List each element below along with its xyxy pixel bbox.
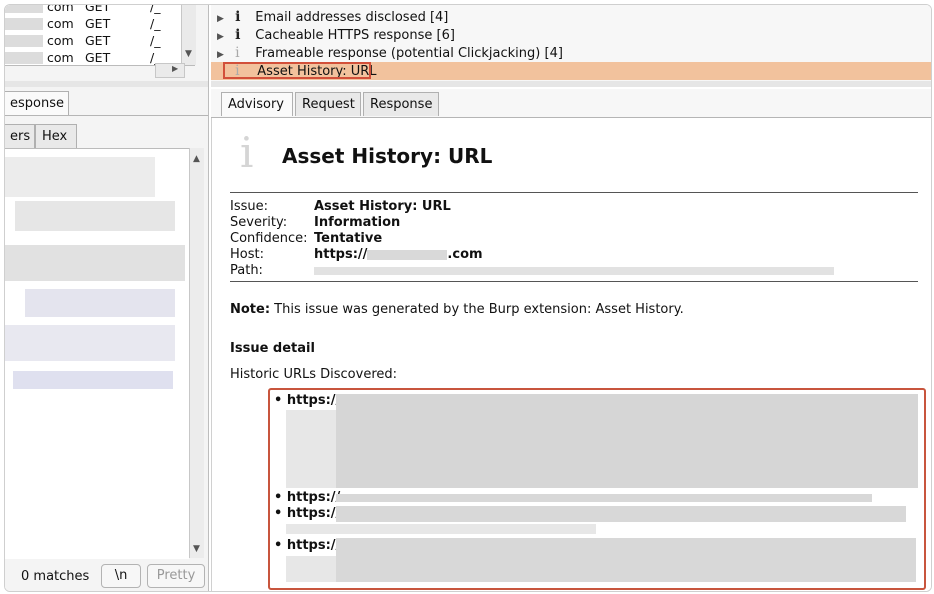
row-host: com: [47, 50, 74, 65]
list-item[interactable]: • https://: [274, 506, 340, 521]
scroll-right-icon[interactable]: ▶: [172, 64, 178, 73]
row-host: com: [47, 4, 74, 14]
message-scrollbar[interactable]: ▲ ▼: [189, 148, 204, 558]
scroll-down-icon[interactable]: ▼: [185, 49, 192, 59]
row-method: GET: [85, 33, 111, 48]
row-method: GET: [85, 4, 111, 14]
newline-toggle-button[interactable]: \n: [101, 564, 141, 588]
tab-response[interactable]: Response: [363, 92, 439, 116]
pane-divider[interactable]: [211, 81, 931, 87]
issues-pane: ▶ i Email addresses disclosed [4] ▶ i Ca…: [211, 5, 931, 591]
highlight-outline: [223, 62, 371, 79]
extension-note: Note: This issue was generated by the Bu…: [230, 302, 684, 317]
row-path: /_: [150, 33, 161, 48]
path-row: Path:: [230, 263, 834, 278]
tab-headers[interactable]: ers: [5, 124, 35, 148]
row-method: GET: [85, 16, 111, 31]
blurred-url: [336, 494, 872, 502]
advisory-panel: i Asset History: URL Issue: Asset History…: [211, 118, 926, 591]
table-row[interactable]: com GET /_: [5, 4, 180, 15]
left-subtab-bar: ers Hex: [5, 124, 208, 148]
info-icon: i: [235, 9, 241, 25]
pretty-button[interactable]: Pretty: [147, 564, 205, 588]
row-path: /_: [150, 16, 161, 31]
confidence-row: Confidence: Tentative: [230, 231, 383, 246]
severity-row: Severity: Information: [230, 215, 401, 230]
list-item[interactable]: • https://: [274, 538, 340, 553]
issue-row: Issue: Asset History: URL: [230, 199, 451, 214]
tab-request[interactable]: Request: [295, 92, 361, 116]
issue-detail-heading: Issue detail: [230, 341, 315, 356]
page-title: Asset History: URL: [282, 144, 493, 168]
row-host: com: [47, 33, 74, 48]
pane-divider[interactable]: [5, 81, 208, 87]
historic-urls-label: Historic URLs Discovered:: [230, 367, 398, 382]
message-editor-pane: com GET /_ com GET /_ com GET /_ com GET…: [5, 5, 209, 591]
info-icon: i: [235, 27, 241, 43]
issue-item[interactable]: ▶ i Email addresses disclosed [4]: [217, 8, 448, 26]
historic-urls-box: • https:// • https:// • https:// • https…: [268, 388, 926, 590]
detail-tab-bar: Advisory Request Response: [211, 89, 931, 118]
issue-item[interactable]: ▶ i Cacheable HTTPS response [6]: [217, 26, 455, 44]
issue-label: Frameable response (potential Clickjacki…: [255, 46, 563, 61]
search-bar: 0 matches \n Pretty: [5, 561, 208, 591]
message-content-blurred: [5, 148, 189, 559]
table-row[interactable]: com GET /_: [5, 16, 180, 32]
match-count: 0 matches: [21, 569, 90, 584]
issue-label: Cacheable HTTPS response [6]: [255, 28, 455, 43]
request-list: com GET /_ com GET /_ com GET /_ com GET…: [5, 4, 196, 78]
divider: [230, 281, 918, 282]
request-list-scrollbar[interactable]: ▼: [181, 5, 196, 65]
burp-window: com GET /_ com GET /_ com GET /_ com GET…: [4, 4, 932, 592]
left-tab-bar: esponse: [5, 89, 208, 116]
row-path: /_: [150, 4, 161, 14]
blurred-url: [336, 506, 906, 522]
blurred-url: [336, 394, 918, 488]
issue-tree: ▶ i Email addresses disclosed [4] ▶ i Ca…: [211, 5, 931, 81]
table-row[interactable]: com GET /_: [5, 33, 180, 49]
blurred-url: [336, 538, 916, 582]
row-method: GET: [85, 50, 111, 65]
list-item[interactable]: • https://: [274, 490, 340, 505]
tab-hex[interactable]: Hex: [35, 124, 77, 148]
list-item[interactable]: • https://: [274, 393, 340, 408]
scroll-down-icon[interactable]: ▼: [193, 544, 200, 554]
info-icon: i: [235, 45, 240, 61]
tab-advisory[interactable]: Advisory: [221, 92, 293, 116]
request-list-hscroll[interactable]: ▶: [155, 63, 185, 78]
tab-response[interactable]: esponse: [5, 91, 69, 115]
info-icon: i: [240, 128, 254, 177]
scroll-up-icon[interactable]: ▲: [193, 154, 200, 164]
host-row: Host: https://.com: [230, 247, 483, 262]
issue-label: Email addresses disclosed [4]: [255, 10, 449, 25]
row-host: com: [47, 16, 74, 31]
issue-item[interactable]: ▶ i Frameable response (potential Clickj…: [217, 44, 563, 62]
table-row[interactable]: com GET /_: [5, 50, 180, 66]
divider: [230, 192, 918, 193]
